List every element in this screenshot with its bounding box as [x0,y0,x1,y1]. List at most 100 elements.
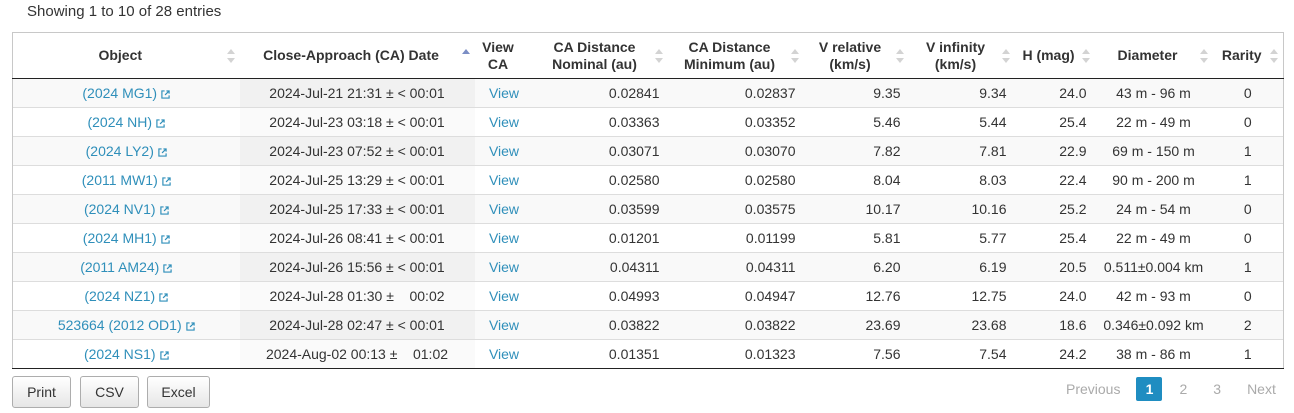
dist_min-cell: 0.03575 [667,194,804,224]
csv-button[interactable]: CSV [80,376,139,408]
sort-ascending-icon [461,48,470,63]
excel-button[interactable]: Excel [147,376,210,408]
view-cell: View [474,339,534,369]
col-diameter-header[interactable]: Diameter [1094,32,1213,79]
external-link-icon[interactable] [159,347,169,363]
view-ca-link[interactable]: View [489,172,519,188]
link-text: View [488,317,520,333]
external-link-icon[interactable] [185,318,195,334]
external-link-icon[interactable] [159,202,169,218]
object-link[interactable]: (2024 NS1) [84,346,156,362]
v_inf-cell: 5.77 [908,223,1015,253]
view-cell: View [474,310,534,340]
view-cell: View [474,223,534,253]
table-row: (2024 MG1) 2024-Jul-21 21:31 ± < 00:01 Vie… [12,78,1284,108]
external-link-icon[interactable] [161,86,170,102]
diameter-cell: 0.346±0.092 km [1094,310,1213,340]
table-header-row: Object Close-Approach (CA) Date View CA CA … [12,32,1284,79]
dist_nom-cell: 0.04993 [533,281,668,311]
external-link-icon[interactable] [162,173,171,189]
date-cell: 2024-Jul-28 02:47 ± < 00:01 [239,310,475,340]
link-text: View [488,230,520,246]
dist_nom-cell: 0.03599 [533,194,668,224]
pagination: Previous 1 2 3 Next [1066,377,1276,401]
object-link[interactable]: (2024 LY2) [86,143,154,159]
date-cell: 2024-Aug-02 00:13 ± 01:02 [239,339,475,369]
view-cell: View [474,136,534,166]
object-link[interactable]: (2011 MW1) [82,172,158,188]
v_rel-cell: 8.04 [803,165,909,195]
view-ca-link[interactable]: View [489,346,519,362]
v_inf-cell: 6.19 [908,252,1015,282]
table-body: (2024 MG1) 2024-Jul-21 21:31 ± < 00:01 Vie… [12,78,1284,369]
object-link[interactable]: (2024 NZ1) [84,288,155,304]
dist_nom-cell: 0.02580 [533,165,668,195]
object-link[interactable]: (2024 MH1) [83,230,157,246]
object-link[interactable]: (2024 NV1) [84,201,156,217]
object-cell: (2011 AM24) [12,252,240,282]
view-cell: View [474,252,534,282]
view-ca-link[interactable]: View [489,143,519,159]
view-ca-link[interactable]: View [489,288,519,304]
link-text: (2024 LY2) [85,142,154,159]
object-link[interactable]: 523664 (2012 OD1) [58,317,182,333]
view-ca-link[interactable]: View [489,114,519,130]
h-cell: 18.6 [1014,310,1095,340]
object-link[interactable]: (2011 AM24) [80,259,159,275]
view-cell: View [474,281,534,311]
col-rarity-header[interactable]: Rarity [1212,32,1284,79]
link-text: (2024 MH1) [82,229,157,246]
view-ca-link[interactable]: View [489,201,519,217]
external-link-icon[interactable] [156,115,165,131]
view-cell: View [474,78,534,108]
header-label: CA Distance Nominal (au) [552,38,637,72]
rarity-cell: 1 [1212,339,1284,369]
dist_nom-cell: 0.03822 [533,310,668,340]
previous-page-button[interactable]: Previous [1066,381,1120,397]
col-object-header[interactable]: Object [12,32,240,79]
dist_nom-cell: 0.03071 [533,136,668,166]
col-h-mag-header[interactable]: H (mag) [1014,32,1095,79]
rarity-cell: 1 [1212,136,1284,166]
link-text: View [488,201,520,217]
h-cell: 24.2 [1014,339,1095,369]
view-ca-link[interactable]: View [489,259,519,275]
external-link-icon[interactable] [161,231,170,247]
link-text: View [488,114,520,130]
view-ca-link[interactable]: View [489,317,519,333]
v_rel-cell: 9.35 [803,78,909,108]
page-2-button[interactable]: 2 [1179,381,1187,397]
print-button[interactable]: Print [12,376,71,408]
col-dist-nominal-header[interactable]: CA Distance Nominal (au) [533,32,668,79]
object-cell: 523664 (2012 OD1) [12,310,240,340]
link-text: (2024 MG1) [82,84,158,101]
table-row: (2024 NV1) 2024-Jul-25 17:33 ± < 00:01 Vie… [12,194,1284,224]
rarity-cell: 0 [1212,223,1284,253]
table-row: (2024 LY2) 2024-Jul-23 07:52 ± < 00:01 Vie… [12,136,1284,166]
link-text: View [488,172,520,188]
col-v-relative-header[interactable]: V relative (km/s) [803,32,909,79]
dist_min-cell: 0.01199 [667,223,804,253]
object-cell: (2024 NZ1) [12,281,240,311]
close-approach-table: Object Close-Approach (CA) Date View CA CA … [12,32,1284,369]
h-cell: 25.4 [1014,107,1095,137]
view-ca-link[interactable]: View [489,85,519,101]
view-ca-link[interactable]: View [489,230,519,246]
page-3-button[interactable]: 3 [1213,381,1221,397]
date-cell: 2024-Jul-28 01:30 ± 00:02 [239,281,475,311]
col-ca-date-header[interactable]: Close-Approach (CA) Date [239,32,475,79]
next-page-button[interactable]: Next [1247,381,1276,397]
table-row: 523664 (2012 OD1) 2024-Jul-28 02:47 ± < 0… [12,310,1284,340]
col-v-infinity-header[interactable]: V infinity (km/s) [908,32,1015,79]
date-cell: 2024-Jul-23 03:18 ± < 00:01 [239,107,475,137]
dist_min-cell: 0.03822 [667,310,804,340]
rarity-cell: 2 [1212,310,1284,340]
external-link-icon[interactable] [163,260,172,276]
link-text: View [488,143,520,159]
object-link[interactable]: (2024 MG1) [82,85,157,101]
page-1-button[interactable]: 1 [1136,377,1163,401]
object-link[interactable]: (2024 NH) [87,114,152,130]
external-link-icon[interactable] [159,289,168,305]
external-link-icon[interactable] [158,144,167,160]
col-dist-minimum-header[interactable]: CA Distance Minimum (au) [667,32,804,79]
